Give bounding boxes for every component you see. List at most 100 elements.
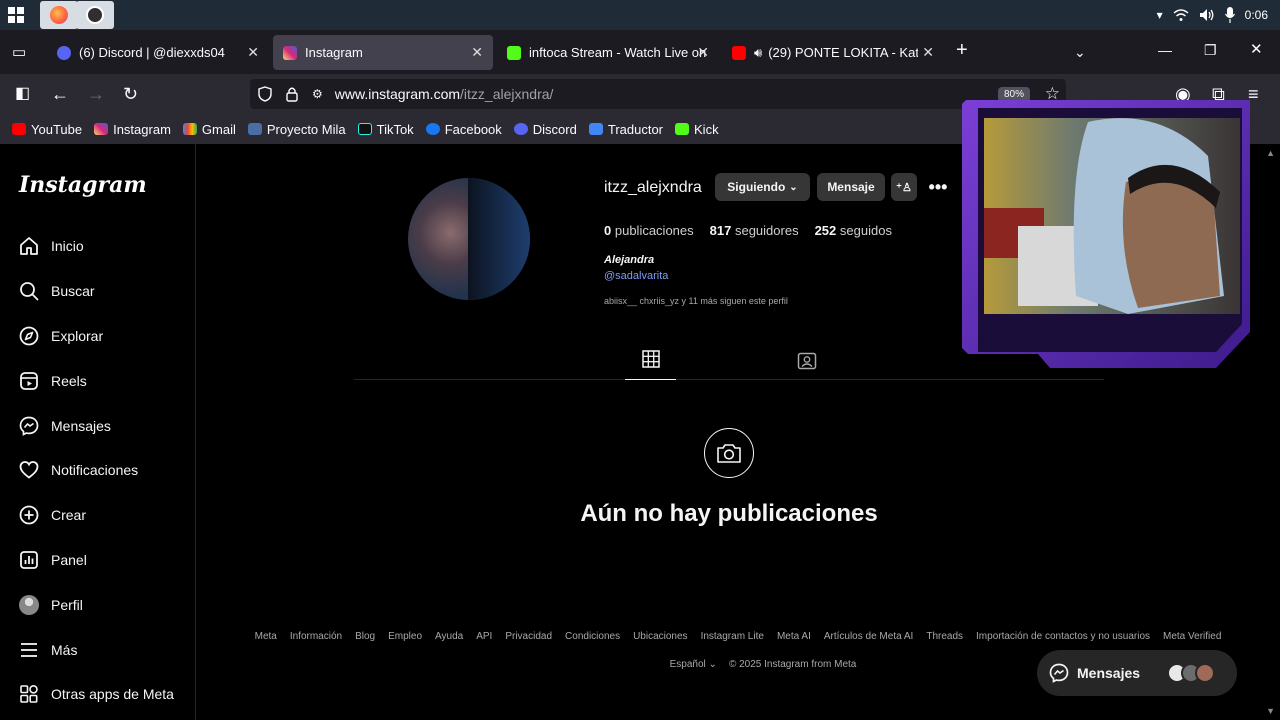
translate-icon [588, 123, 603, 135]
footer-link[interactable]: Importación de contactos y no usuarios [976, 631, 1150, 642]
sidebar-item-explorar[interactable]: Explorar [18, 324, 103, 348]
speaker-icon[interactable]: 🔊︎ [754, 45, 762, 61]
tab-kick-stream[interactable]: inftoca Stream - Watch Live on K ✕ [497, 35, 719, 70]
sidebar-item-perfil[interactable]: Perfil [18, 593, 83, 617]
bookmark-tiktok[interactable]: TikTok [357, 122, 414, 137]
firefox-taskbar-button[interactable] [40, 1, 78, 29]
message-avatars [1167, 663, 1215, 683]
sidebar-toggle-icon[interactable]: ◧ [15, 84, 30, 104]
close-window-icon[interactable]: ✕ [1250, 40, 1263, 60]
add-person-icon: ⁺♙ [896, 181, 912, 194]
footer-link[interactable]: Empleo [388, 631, 422, 642]
footer-link[interactable]: Ayuda [435, 631, 463, 642]
forward-icon[interactable]: → [87, 84, 105, 104]
tab-discord[interactable]: (6) Discord | @diexxds04 ✕ [47, 35, 269, 70]
close-tab-icon[interactable]: ✕ [471, 44, 483, 61]
shield-icon[interactable] [258, 86, 272, 102]
volume-icon[interactable] [1199, 8, 1215, 22]
footer-link[interactable]: Condiciones [565, 631, 620, 642]
kick-icon [675, 123, 690, 135]
footer-link[interactable]: Meta AI [777, 631, 811, 642]
tab-youtube[interactable]: 🔊︎ (29) PONTE LOKITA - Kattey ✕ [722, 35, 944, 70]
footer-link[interactable]: Meta [255, 631, 277, 642]
clock[interactable]: 0:06 [1245, 8, 1268, 22]
sidebar-item-mas[interactable]: Más [18, 638, 77, 662]
footer-link[interactable]: Ubicaciones [633, 631, 687, 642]
restore-icon[interactable]: ❐ [1204, 40, 1217, 60]
messages-popup-button[interactable]: Mensajes [1037, 650, 1237, 696]
close-tab-icon[interactable]: ✕ [247, 44, 259, 61]
new-tab-button[interactable]: + [956, 40, 968, 60]
footer-link[interactable]: Threads [926, 631, 963, 642]
chevron-down-icon: ⌄ [789, 181, 798, 193]
obs-taskbar-button[interactable] [76, 1, 114, 29]
firefox-icon [50, 6, 68, 24]
suggest-user-button[interactable]: ⁺♙ [891, 173, 917, 201]
address-bar[interactable]: ⚙ www.instagram.com/itzz_alejxndra/ 80% … [250, 79, 1066, 109]
bookmark-instagram[interactable]: Instagram [94, 122, 171, 137]
sidebar-item-reels[interactable]: Reels [18, 369, 87, 393]
bookmark-proyecto-mila[interactable]: Proyecto Mila [247, 122, 346, 137]
footer-link[interactable]: API [476, 631, 492, 642]
system-tray: ▾ 0:06 [1157, 0, 1268, 30]
bookmark-discord[interactable]: Discord [513, 122, 577, 137]
sidebar-item-buscar[interactable]: Buscar [18, 279, 95, 303]
following-stat[interactable]: 252 seguidos [815, 223, 892, 238]
footer-link[interactable]: Artículos de Meta AI [824, 631, 914, 642]
sidebar-item-otras-apps[interactable]: Otras apps de Meta [18, 682, 174, 706]
close-tab-icon[interactable]: ✕ [697, 44, 709, 61]
windows-start-icon[interactable] [8, 7, 24, 23]
bookmark-youtube[interactable]: YouTube [12, 122, 82, 137]
menu-icon [18, 639, 40, 661]
followed-by-text[interactable]: abiisx__ chxriis_yz y 11 más siguen este… [604, 296, 788, 306]
profile-full-name: Alejandra [604, 254, 655, 266]
footer-link[interactable]: Instagram Lite [701, 631, 764, 642]
profile-username: itzz_alejxndra [604, 179, 702, 196]
footer-link[interactable]: Blog [355, 631, 375, 642]
wifi-icon[interactable] [1173, 8, 1189, 22]
list-tabs-icon[interactable]: ⌄ [1074, 42, 1086, 62]
microphone-icon[interactable] [1224, 7, 1235, 23]
sidebar-item-mensajes[interactable]: Mensajes [18, 414, 111, 438]
tab-tagged[interactable] [797, 351, 817, 371]
sidebar-item-inicio[interactable]: Inicio [18, 234, 84, 258]
sidebar-item-crear[interactable]: Crear [18, 503, 86, 527]
language-select[interactable]: Español ⌄ [670, 659, 717, 670]
sidebar-item-notificaciones[interactable]: Notificaciones [18, 458, 138, 482]
meta-apps-icon [18, 683, 40, 705]
tab-overview-icon[interactable]: ▭ [12, 43, 26, 63]
minimize-icon[interactable]: — [1158, 40, 1172, 60]
facebook-icon [425, 123, 440, 135]
scroll-up-arrow[interactable]: ▲ [1266, 148, 1275, 158]
bookmark-facebook[interactable]: Facebook [425, 122, 502, 137]
permissions-icon[interactable]: ⚙ [312, 87, 323, 101]
youtube-icon [12, 123, 26, 135]
following-button[interactable]: Siguiendo ⌄ [715, 173, 810, 201]
plus-square-icon [18, 504, 40, 526]
message-button[interactable]: Mensaje [817, 173, 885, 201]
tiktok-icon [357, 123, 372, 135]
footer-link[interactable]: Meta Verified [1163, 631, 1221, 642]
bookmark-kick[interactable]: Kick [675, 122, 719, 137]
bookmark-gmail[interactable]: Gmail [182, 122, 236, 137]
reload-icon[interactable]: ↻ [123, 84, 138, 104]
tagged-person-icon [797, 352, 817, 370]
footer-link[interactable]: Privacidad [505, 631, 552, 642]
footer-link[interactable]: Información [290, 631, 342, 642]
lock-icon[interactable] [286, 86, 298, 102]
tab-instagram[interactable]: Instagram ✕ [273, 35, 493, 70]
webcam-overlay [958, 96, 1256, 370]
bookmark-traductor[interactable]: Traductor [588, 122, 663, 137]
url-text[interactable]: www.instagram.com/itzz_alejxndra/ [335, 86, 554, 102]
close-tab-icon[interactable]: ✕ [922, 44, 934, 61]
chevron-up-icon[interactable]: ▾ [1157, 8, 1163, 22]
profile-avatar[interactable] [408, 178, 530, 300]
back-icon[interactable]: ← [51, 84, 69, 104]
instagram-logo[interactable]: Instagram [19, 172, 147, 198]
threads-handle-link[interactable]: @sadalvarita [604, 270, 668, 282]
more-options-button[interactable]: ••• [926, 173, 950, 201]
followers-stat[interactable]: 817 seguidores [710, 223, 799, 238]
scroll-down-arrow[interactable]: ▼ [1266, 706, 1275, 716]
tab-posts-grid[interactable] [625, 350, 676, 380]
sidebar-item-panel[interactable]: Panel [18, 548, 87, 572]
